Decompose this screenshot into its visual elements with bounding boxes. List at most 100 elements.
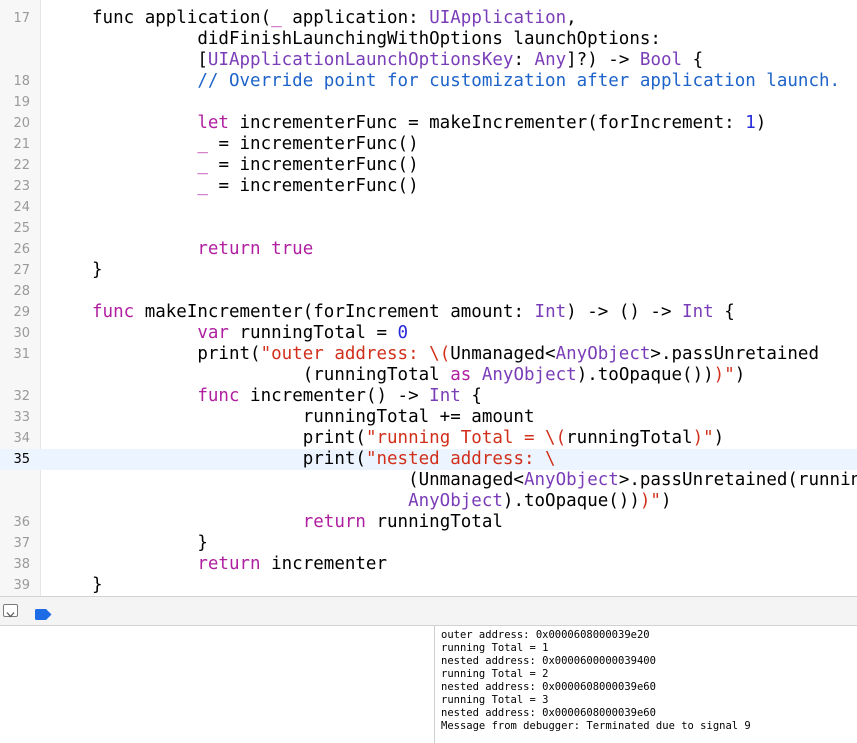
code-line[interactable]: 35 print("nested address: \ <box>0 449 857 470</box>
code-text: func incrementer() -> Int { <box>92 386 482 407</box>
code-text: return true <box>92 239 313 260</box>
code-text: let incrementerFunc = makeIncrementer(fo… <box>92 113 766 134</box>
code-token: ) <box>660 491 672 511</box>
code-line[interactable]: 17 func application(_ application: UIAppl… <box>0 8 857 29</box>
code-token: (Unmanaged< <box>92 470 524 490</box>
code-line[interactable]: 28 <box>0 281 857 302</box>
code-token: "nested address: \ <box>365 449 556 469</box>
code-text: print("outer address: \(Unmanaged<AnyObj… <box>92 344 819 365</box>
line-number[interactable]: 37 <box>0 533 30 554</box>
code-token: let <box>197 113 229 133</box>
hide-debug-area-button[interactable] <box>3 604 18 618</box>
code-text: _ = incrementerFunc() <box>92 176 418 197</box>
code-line[interactable]: didFinishLaunchingWithOptions launchOpti… <box>0 29 857 50</box>
code-token: incrementerFunc = makeIncrementer(forInc… <box>228 113 746 133</box>
code-line[interactable]: 32 func incrementer() -> Int { <box>0 386 857 407</box>
console-line: nested address: 0x0000600000039400 <box>441 655 656 667</box>
code-token: as <box>450 365 472 385</box>
source-editor[interactable]: 17 func application(_ application: UIAppl… <box>0 0 857 596</box>
line-number[interactable]: 18 <box>0 71 30 92</box>
chevron-down-box-icon <box>6 612 15 618</box>
code-line[interactable]: 22 _ = incrementerFunc() <box>0 155 857 176</box>
code-line[interactable]: 39} <box>0 575 857 596</box>
code-line[interactable]: (runningTotal as AnyObject).toOpaque()))… <box>0 365 857 386</box>
code-token: : <box>513 50 535 70</box>
code-token: print( <box>92 449 366 469</box>
line-number[interactable]: 38 <box>0 554 30 575</box>
code-line[interactable]: AnyObject).toOpaque()))") <box>0 491 857 512</box>
code-text: AnyObject).toOpaque()))") <box>92 491 672 512</box>
code-token: _ <box>197 176 208 196</box>
code-token: } <box>92 260 103 280</box>
line-number[interactable]: 23 <box>0 176 30 197</box>
code-line[interactable]: 29 func makeIncrementer(forIncrement amou… <box>0 302 857 323</box>
code-text: [UIApplicationLaunchOptionsKey: Any]?) -… <box>92 50 703 71</box>
code-line[interactable]: [UIApplicationLaunchOptionsKey: Any]?) -… <box>0 50 857 71</box>
breakpoints-toggle-button[interactable] <box>35 605 52 620</box>
line-number[interactable]: 28 <box>0 281 30 302</box>
code-token: print( <box>92 344 261 364</box>
code-line[interactable]: 19 <box>0 92 857 113</box>
code-token: application: <box>281 8 430 28</box>
code-token: ) <box>713 428 725 448</box>
code-token: return true <box>197 239 314 259</box>
line-number[interactable]: 27 <box>0 260 30 281</box>
code-token: { <box>713 302 735 322</box>
line-number[interactable]: 39 <box>0 575 30 596</box>
code-line[interactable]: 33 runningTotal += amount <box>0 407 857 428</box>
line-number[interactable]: 19 <box>0 92 30 113</box>
code-token: { <box>682 50 704 70</box>
code-line[interactable]: 18 // Override point for customization a… <box>0 71 857 92</box>
code-line[interactable]: 20 let incrementerFunc = makeIncrementer… <box>0 113 857 134</box>
code-line[interactable]: 38 return incrementer <box>0 554 857 575</box>
code-line[interactable]: 25 <box>0 218 857 239</box>
console-line: running Total = 3 <box>441 694 549 706</box>
line-number[interactable]: 30 <box>0 323 30 344</box>
line-number[interactable]: 24 <box>0 197 30 218</box>
line-number[interactable]: 17 <box>0 8 30 29</box>
code-token: >.passUnretained <box>650 344 819 364</box>
code-line[interactable]: 36 return runningTotal <box>0 512 857 533</box>
code-line[interactable]: 31 print("outer address: \(Unmanaged<Any… <box>0 344 857 365</box>
code-line[interactable]: 23 _ = incrementerFunc() <box>0 176 857 197</box>
code-text: return runningTotal <box>92 512 503 533</box>
line-number[interactable]: 31 <box>0 344 30 365</box>
variables-view[interactable] <box>0 626 433 743</box>
code-line[interactable]: 26 return true <box>0 239 857 260</box>
code-line[interactable]: (Unmanaged<AnyObject>.passUnretained(run… <box>0 470 857 491</box>
line-number[interactable]: 34 <box>0 428 30 449</box>
console-output[interactable]: outer address: 0x0000608000039e20 running… <box>434 626 857 743</box>
line-number[interactable]: 20 <box>0 113 30 134</box>
code-token: UIApplication <box>429 8 567 28</box>
code-token: AnyObject <box>555 344 651 364</box>
line-number[interactable]: 36 <box>0 512 30 533</box>
code-line[interactable]: 34 print("running Total = \(runningTotal… <box>0 428 857 449</box>
line-number[interactable]: 29 <box>0 302 30 323</box>
code-token: Unmanaged< <box>450 344 556 364</box>
code-text: func application(_ application: UIApplic… <box>92 8 577 29</box>
line-number[interactable]: 26 <box>0 239 30 260</box>
line-number[interactable]: 21 <box>0 134 30 155</box>
code-token: AnyObject <box>523 470 619 490</box>
line-number[interactable]: 32 <box>0 386 30 407</box>
code-token: AnyObject <box>481 365 577 385</box>
console-line: outer address: 0x0000608000039e20 <box>441 629 650 641</box>
code-line[interactable]: 21 _ = incrementerFunc() <box>0 134 857 155</box>
line-number[interactable]: 22 <box>0 155 30 176</box>
code-line[interactable]: 30 var runningTotal = 0 <box>0 323 857 344</box>
code-line[interactable]: 27} <box>0 260 857 281</box>
code-line[interactable]: 24 <box>0 197 857 218</box>
code-token: ]?) -> <box>566 50 640 70</box>
line-number[interactable]: 35 <box>0 449 30 470</box>
code-line[interactable]: 37 } <box>0 533 857 554</box>
code-token: var <box>197 323 229 343</box>
breakpoint-arrow-icon <box>35 609 52 620</box>
code-token: runningTotal <box>365 512 503 532</box>
code-text: } <box>92 533 208 554</box>
line-number[interactable]: 33 <box>0 407 30 428</box>
line-number[interactable]: 25 <box>0 218 30 239</box>
code-token: UIApplicationLaunchOptionsKey <box>207 50 514 70</box>
